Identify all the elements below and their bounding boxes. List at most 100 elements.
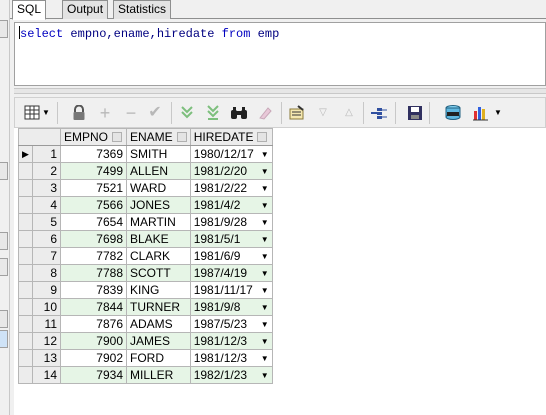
table-row[interactable]: 7 7782 CLARK 1981/6/9 ▼ (18, 247, 273, 265)
chevron-down-icon[interactable]: ▼ (261, 316, 269, 333)
row-indicator[interactable] (18, 179, 33, 197)
row-number[interactable]: 9 (32, 281, 61, 299)
cell-ename[interactable]: TURNER (126, 298, 191, 316)
sql-editor[interactable]: select empno,ename,hiredate from emp (14, 22, 546, 86)
column-header-ename[interactable]: ENAME (126, 128, 191, 146)
cell-empno[interactable]: 7876 (60, 315, 127, 333)
cell-hiredate[interactable]: 1981/2/20 ▼ (189, 162, 273, 180)
row-number[interactable]: 8 (32, 264, 61, 282)
fetch-next-icon[interactable] (177, 103, 197, 123)
cell-ename[interactable]: CLARK (126, 247, 191, 265)
cell-empno[interactable]: 7844 (60, 298, 127, 316)
chevron-down-icon[interactable]: ▼ (261, 248, 269, 265)
chevron-down-icon[interactable]: ▼ (261, 367, 269, 384)
query-by-example-icon[interactable] (287, 103, 307, 123)
row-indicator[interactable] (18, 281, 33, 299)
row-number[interactable]: 7 (32, 247, 61, 265)
table-row[interactable]: 8 7788 SCOTT 1987/4/19 ▼ (18, 264, 273, 282)
chevron-down-icon[interactable]: ▼ (261, 163, 269, 180)
cell-empno[interactable]: 7521 (60, 179, 127, 197)
gutter-button[interactable] (0, 258, 8, 276)
table-row[interactable]: 9 7839 KING 1981/11/17 ▼ (18, 281, 273, 299)
link-icon[interactable] (369, 103, 389, 123)
cell-empno[interactable]: 7654 (60, 213, 127, 231)
row-number[interactable]: 4 (32, 196, 61, 214)
cell-hiredate[interactable]: 1981/5/1 ▼ (189, 230, 273, 248)
cell-empno[interactable]: 7566 (60, 196, 127, 214)
cell-hiredate[interactable]: 1981/2/22 ▼ (189, 179, 273, 197)
cell-hiredate[interactable]: 1987/4/19 ▼ (189, 264, 273, 282)
chevron-down-icon[interactable]: ▼ (261, 350, 269, 367)
row-number[interactable]: 2 (32, 162, 61, 180)
sort-icon[interactable] (112, 132, 123, 142)
chevron-down-icon[interactable]: ▼ (261, 299, 269, 316)
cell-ename[interactable]: JONES (126, 196, 191, 214)
delete-row-icon[interactable]: − (121, 103, 141, 123)
cell-ename[interactable]: ALLEN (126, 162, 191, 180)
cell-empno[interactable]: 7782 (60, 247, 127, 265)
cell-empno[interactable]: 7788 (60, 264, 127, 282)
chevron-down-icon[interactable]: ▼ (261, 180, 269, 197)
table-row[interactable]: 12 7900 JAMES 1981/12/3 ▼ (18, 332, 273, 350)
table-row[interactable]: 5 7654 MARTIN 1981/9/28 ▼ (18, 213, 273, 231)
gutter-button[interactable] (0, 20, 8, 38)
table-row[interactable]: 10 7844 TURNER 1981/9/8 ▼ (18, 298, 273, 316)
cell-empno[interactable]: 7369 (60, 145, 127, 163)
grid-corner[interactable] (18, 128, 61, 146)
chart-icon[interactable] (471, 103, 491, 123)
filter-down-icon[interactable]: ▽ (313, 103, 333, 123)
cell-hiredate[interactable]: 1981/9/28 ▼ (189, 213, 273, 231)
cell-ename[interactable]: MARTIN (126, 213, 191, 231)
chevron-down-icon[interactable]: ▼ (41, 103, 51, 123)
table-row[interactable]: 14 7934 MILLER 1982/1/23 ▼ (18, 366, 273, 384)
row-indicator[interactable] (18, 264, 33, 282)
row-number[interactable]: 12 (32, 332, 61, 350)
cell-ename[interactable]: SMITH (126, 145, 191, 163)
editor-grid-splitter[interactable] (14, 88, 546, 94)
row-indicator[interactable] (18, 247, 33, 265)
row-indicator[interactable] (18, 298, 33, 316)
cell-ename[interactable]: MILLER (126, 366, 191, 384)
row-number[interactable]: 11 (32, 315, 61, 333)
cell-ename[interactable]: JAMES (126, 332, 191, 350)
cell-empno[interactable]: 7698 (60, 230, 127, 248)
row-indicator[interactable] (18, 366, 33, 384)
cell-ename[interactable]: ADAMS (126, 315, 191, 333)
table-row[interactable]: 4 7566 JONES 1981/4/2 ▼ (18, 196, 273, 214)
table-row[interactable]: 3 7521 WARD 1981/2/22 ▼ (18, 179, 273, 197)
chevron-down-icon[interactable]: ▼ (261, 214, 269, 231)
row-indicator[interactable] (18, 230, 33, 248)
row-number[interactable]: 5 (32, 213, 61, 231)
sort-icon[interactable] (257, 132, 268, 142)
cell-empno[interactable]: 7839 (60, 281, 127, 299)
fetch-last-icon[interactable] (203, 103, 223, 123)
cell-empno[interactable]: 7900 (60, 332, 127, 350)
cell-hiredate[interactable]: 1981/11/17 ▼ (189, 281, 273, 299)
tab-sql[interactable]: SQL (12, 0, 47, 20)
chevron-down-icon[interactable]: ▼ (261, 146, 269, 163)
export-icon[interactable] (443, 103, 463, 123)
cell-empno[interactable]: 7934 (60, 366, 127, 384)
cell-hiredate[interactable]: 1981/12/3 ▼ (189, 349, 273, 367)
cell-hiredate[interactable]: 1981/9/8 ▼ (189, 298, 273, 316)
tab-statistics[interactable]: Statistics (113, 0, 172, 19)
add-row-icon[interactable]: + (95, 103, 115, 123)
row-number[interactable]: 3 (32, 179, 61, 197)
row-number[interactable]: 13 (32, 349, 61, 367)
row-indicator[interactable] (18, 213, 33, 231)
table-row[interactable]: ▶ 1 7369 SMITH 1980/12/17 ▼ (18, 145, 273, 163)
save-icon[interactable] (405, 103, 425, 123)
row-indicator[interactable]: ▶ (18, 145, 33, 163)
gutter-button[interactable] (0, 310, 8, 328)
table-row[interactable]: 6 7698 BLAKE 1981/5/1 ▼ (18, 230, 273, 248)
cell-ename[interactable]: BLAKE (126, 230, 191, 248)
cell-empno[interactable]: 7499 (60, 162, 127, 180)
lock-icon[interactable] (69, 103, 89, 123)
clear-icon[interactable] (255, 103, 275, 123)
cell-hiredate[interactable]: 1980/12/17 ▼ (189, 145, 273, 163)
row-indicator[interactable] (18, 332, 33, 350)
row-number[interactable]: 6 (32, 230, 61, 248)
row-number[interactable]: 14 (32, 366, 61, 384)
cell-empno[interactable]: 7902 (60, 349, 127, 367)
cell-ename[interactable]: FORD (126, 349, 191, 367)
